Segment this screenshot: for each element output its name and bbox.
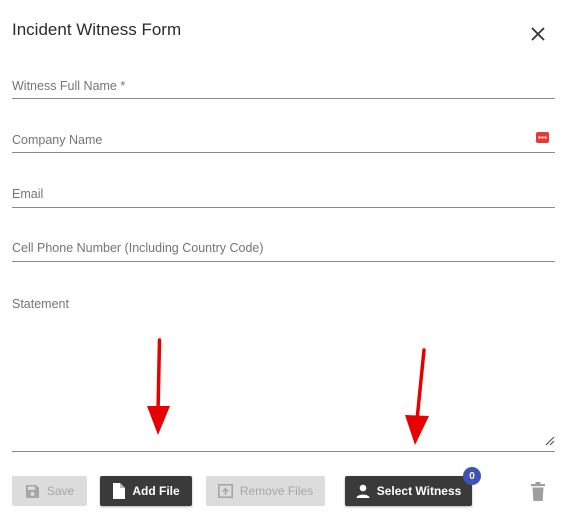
email-input[interactable] xyxy=(12,180,559,210)
close-icon[interactable] xyxy=(528,24,548,44)
resize-handle-icon[interactable] xyxy=(543,434,555,446)
person-icon xyxy=(356,484,370,498)
email-label: Email xyxy=(12,187,44,201)
upload-box-icon xyxy=(217,484,233,498)
statement-field[interactable]: Statement xyxy=(12,290,555,452)
select-witness-button[interactable]: Select Witness xyxy=(345,476,472,506)
save-button-label: Save xyxy=(46,484,75,498)
select-witness-button-label: Select Witness xyxy=(376,484,462,498)
save-icon xyxy=(25,484,39,498)
incident-witness-dialog: Incident Witness Form Witness Full Name … xyxy=(0,0,574,514)
cell-phone-label: Cell Phone Number (Including Country Cod… xyxy=(12,241,264,255)
statement-underline xyxy=(12,451,555,452)
email-underline xyxy=(12,207,555,208)
company-name-label: Company Name xyxy=(12,133,103,147)
email-field[interactable]: Email xyxy=(12,180,559,210)
cell-phone-underline xyxy=(12,261,555,262)
witness-count-badge: 0 xyxy=(463,467,481,485)
add-file-button-label: Add File xyxy=(132,484,180,498)
trash-icon[interactable] xyxy=(530,482,546,502)
statement-label: Statement xyxy=(12,297,69,311)
save-button[interactable]: Save xyxy=(12,476,87,506)
file-icon xyxy=(113,483,126,499)
remove-files-button-label: Remove Files xyxy=(239,484,314,498)
remove-files-button[interactable]: Remove Files xyxy=(206,476,325,506)
company-name-field[interactable]: Company Name xyxy=(12,126,559,156)
witness-name-field[interactable]: Witness Full Name * xyxy=(12,72,559,102)
dialog-title: Incident Witness Form xyxy=(12,20,182,39)
witness-name-underline xyxy=(12,98,555,99)
contact-card-icon[interactable] xyxy=(536,132,549,143)
add-file-button[interactable]: Add File xyxy=(100,476,192,506)
company-name-underline xyxy=(12,152,555,153)
cell-phone-field[interactable]: Cell Phone Number (Including Country Cod… xyxy=(12,234,559,264)
witness-name-label: Witness Full Name * xyxy=(12,79,126,93)
